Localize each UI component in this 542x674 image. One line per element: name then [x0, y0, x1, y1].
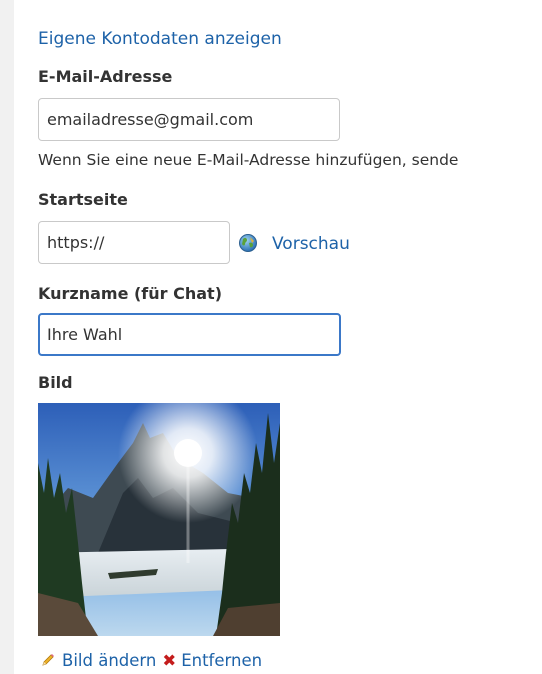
show-account-data-link[interactable]: Eigene Kontodaten anzeigen — [38, 28, 282, 50]
change-picture-link[interactable]: Bild ändern — [62, 651, 156, 670]
profile-picture — [38, 403, 280, 636]
globe-icon[interactable] — [238, 233, 258, 253]
pencil-icon[interactable] — [40, 652, 56, 668]
nickname-field[interactable] — [38, 313, 341, 356]
remove-x-icon[interactable]: ✖ — [162, 651, 176, 670]
left-border-strip — [0, 0, 14, 674]
nickname-label: Kurzname (für Chat) — [38, 284, 223, 303]
email-note: Wenn Sie eine neue E-Mail-Adresse hinzuf… — [38, 151, 459, 169]
email-label: E-Mail-Adresse — [38, 67, 173, 86]
homepage-label: Startseite — [38, 190, 128, 209]
picture-label: Bild — [38, 373, 73, 392]
email-field[interactable] — [38, 98, 340, 141]
picture-actions: Bild ändern ✖ Entfernen — [40, 650, 262, 672]
homepage-field[interactable] — [38, 221, 230, 264]
remove-picture-link[interactable]: Entfernen — [181, 651, 262, 670]
profile-form: Eigene Kontodaten anzeigen E-Mail-Adress… — [0, 0, 542, 674]
preview-link[interactable]: Vorschau — [272, 233, 350, 255]
